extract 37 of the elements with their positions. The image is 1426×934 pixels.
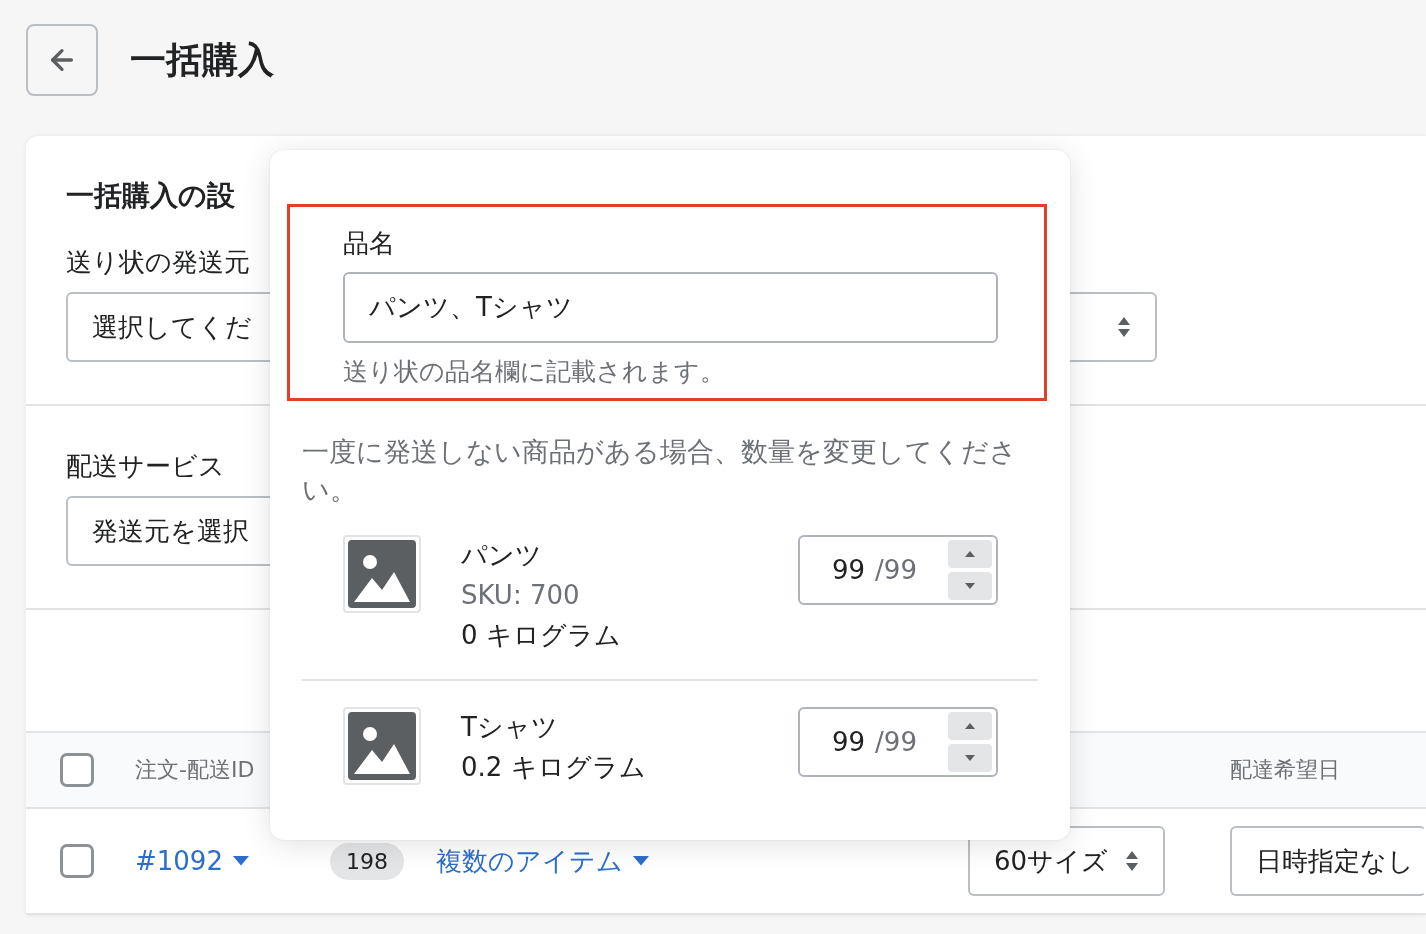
decrement-button[interactable] xyxy=(948,744,992,772)
product-name: パンツ xyxy=(461,539,543,572)
up-icon xyxy=(965,551,975,557)
product-sku: SKU: 700 xyxy=(461,579,581,612)
increment-button[interactable] xyxy=(948,540,992,568)
product-weight: 0.2 キログラム xyxy=(461,751,647,784)
back-button[interactable] xyxy=(26,24,98,96)
page-title: 一括購入 xyxy=(130,37,274,82)
help-text: 送り状の品名欄に記載されます。 xyxy=(343,356,726,388)
field-label: 送り状の発送元 xyxy=(66,246,250,279)
row-checkbox[interactable] xyxy=(60,844,94,878)
count-badge: 198 xyxy=(330,842,404,880)
decrement-button[interactable] xyxy=(948,572,992,600)
select-arrows-icon xyxy=(1125,850,1139,872)
field-label: 品名 xyxy=(343,227,396,260)
field-label: 配送サービス xyxy=(66,450,225,483)
items-link[interactable]: 複数のアイテム xyxy=(436,843,968,879)
down-icon xyxy=(965,583,975,589)
note-text: 一度に発送しない商品がある場合、数量を変更してください。 xyxy=(302,435,1018,507)
column-header: 注文-配送ID xyxy=(135,756,255,784)
select-arrows-icon xyxy=(1117,316,1131,338)
increment-button[interactable] xyxy=(948,712,992,740)
delivery-select[interactable]: 日時指定なし xyxy=(1230,826,1426,896)
quantity-field[interactable]: 99 /99 xyxy=(798,535,998,605)
item-name-field[interactable]: パンツ、Tシャツ xyxy=(343,272,998,343)
up-icon xyxy=(965,723,975,729)
down-icon xyxy=(965,755,975,761)
order-link[interactable]: #1092 xyxy=(135,846,330,876)
section-title: 一括購入の設 xyxy=(66,178,236,214)
caret-icon xyxy=(232,856,249,866)
select-all-checkbox[interactable] xyxy=(60,753,94,787)
column-header: 配達希望日 xyxy=(1230,756,1340,784)
product-name: Tシャツ xyxy=(461,711,559,744)
caret-icon xyxy=(633,856,649,866)
size-select[interactable]: 60サイズ xyxy=(968,826,1165,896)
quantity-field[interactable]: 99 /99 xyxy=(798,707,998,777)
product-weight: 0 キログラム xyxy=(461,619,622,652)
